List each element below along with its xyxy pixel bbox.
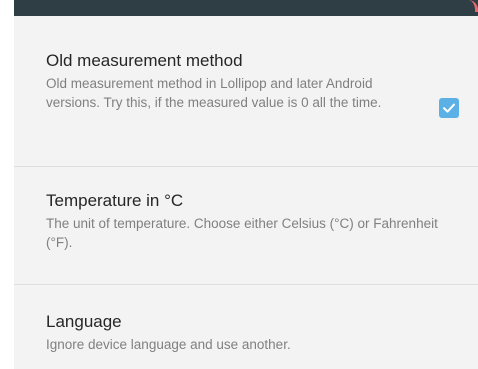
- pref-summary: Old measurement method in Lollipop and l…: [46, 76, 382, 110]
- pref-title: Old measurement method: [46, 51, 243, 70]
- divider: [14, 166, 478, 167]
- pref-title: Temperature in °C: [46, 191, 184, 210]
- toolbar: [14, 0, 478, 16]
- check-icon: [443, 103, 455, 113]
- pref-summary: The unit of temperature. Choose either C…: [46, 216, 438, 250]
- preferences-list: Old measurement method Old measurement m…: [14, 16, 478, 369]
- settings-screen: Old measurement method Old measurement m…: [0, 0, 478, 369]
- pref-language[interactable]: Language Ignore device language and use …: [14, 311, 478, 354]
- divider: [14, 284, 478, 285]
- pref-temperature-unit[interactable]: Temperature in °C The unit of temperatur…: [14, 190, 478, 252]
- pref-old-measurement-method[interactable]: Old measurement method Old measurement m…: [14, 50, 478, 112]
- old-measurement-checkbox[interactable]: [439, 98, 459, 118]
- pref-title: Language: [46, 312, 122, 331]
- pref-summary: Ignore device language and use another.: [46, 337, 291, 352]
